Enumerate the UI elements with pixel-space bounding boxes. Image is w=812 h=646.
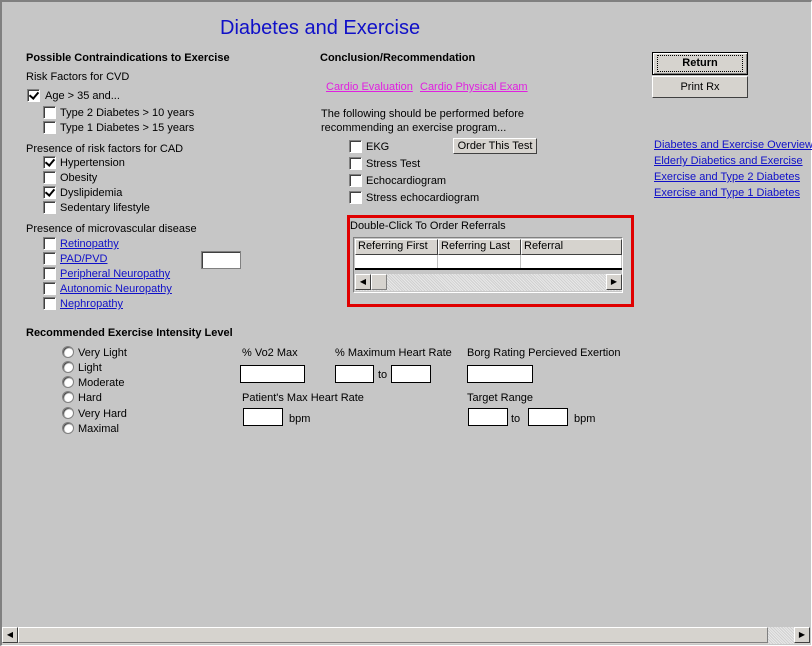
age-label: Age > 35 and... — [45, 90, 120, 102]
page-horizontal-scrollbar[interactable]: ◀ ▶ — [2, 627, 810, 644]
moderate-label: Moderate — [78, 377, 125, 389]
cell-empty[interactable] — [438, 255, 521, 268]
elderly-link[interactable]: Elderly Diabetics and Exercise — [654, 155, 803, 167]
scroll-thumb[interactable] — [371, 274, 387, 290]
stress-echo-label: Stress echocardiogram — [366, 192, 480, 204]
print-rx-button[interactable]: Print Rx — [652, 76, 748, 98]
table-row[interactable] — [355, 255, 622, 270]
target-from-input[interactable] — [468, 408, 508, 426]
target-bpm-label: bpm — [574, 413, 596, 425]
return-label: Return — [657, 55, 743, 72]
contraindications-heading: Possible Contraindications to Exercise — [26, 52, 230, 64]
instruction-line-2: recommending an exercise program... — [321, 122, 507, 134]
checkbox-stress-echo[interactable] — [349, 191, 362, 204]
checkbox-retinopathy[interactable] — [43, 237, 56, 250]
page-scroll-right-icon[interactable]: ▶ — [794, 627, 810, 643]
cardio-evaluation-link[interactable]: Cardio Evaluation — [326, 81, 413, 93]
pad-value-input[interactable] — [201, 251, 241, 269]
nephropathy-link[interactable]: Nephropathy — [60, 298, 123, 310]
pmhr-bpm-label: bpm — [289, 413, 311, 425]
dyslipidemia-label: Dyslipidemia — [60, 187, 123, 199]
checkbox-pad[interactable] — [43, 252, 56, 265]
maximal-label: Maximal — [78, 423, 119, 435]
checkbox-obesity[interactable] — [43, 171, 56, 184]
page-title: Diabetes and Exercise — [220, 17, 421, 39]
cardio-physical-exam-link[interactable]: Cardio Physical Exam — [420, 81, 528, 93]
grid-header: Referring First Referring Last Referral — [355, 239, 622, 255]
autonomic-neuropathy-link[interactable]: Autonomic Neuropathy — [60, 283, 172, 295]
page-scroll-thumb[interactable] — [18, 627, 768, 643]
column-referring-last[interactable]: Referring Last — [438, 239, 521, 255]
type1-link[interactable]: Exercise and Type 1 Diabetes — [654, 187, 800, 199]
stress-test-label: Stress Test — [366, 158, 421, 170]
checkbox-autonomic[interactable] — [43, 282, 56, 295]
radio-hard[interactable] — [62, 391, 74, 403]
radio-very-hard[interactable] — [62, 407, 74, 419]
cad-label: Presence of risk factors for CAD — [26, 143, 184, 155]
overview-link[interactable]: Diabetes and Exercise Overview — [654, 139, 812, 151]
obesity-label: Obesity — [60, 172, 98, 184]
target-to-label: to — [511, 413, 521, 425]
checkbox-stress-test[interactable] — [349, 157, 362, 170]
cvd-label: Risk Factors for CVD — [26, 71, 130, 83]
vo2-input[interactable] — [240, 365, 305, 383]
radio-very-light[interactable] — [62, 346, 74, 358]
referrals-grid[interactable]: Referring First Referring Last Referral … — [353, 237, 623, 293]
target-to-input[interactable] — [528, 408, 568, 426]
column-referring-first[interactable]: Referring First — [355, 239, 438, 255]
echocardiogram-label: Echocardiogram — [366, 175, 447, 187]
checkbox-ekg[interactable] — [349, 140, 362, 153]
peripheral-neuropathy-link[interactable]: Peripheral Neuropathy — [60, 268, 170, 280]
type1-label: Type 1 Diabetes > 15 years — [60, 122, 195, 134]
checkbox-nephropathy[interactable] — [43, 297, 56, 310]
conclusion-heading: Conclusion/Recommendation — [320, 52, 476, 64]
checkbox-peripheral[interactable] — [43, 267, 56, 280]
scroll-right-icon[interactable]: ▶ — [606, 274, 622, 290]
checkbox-hypertension[interactable] — [43, 156, 56, 169]
pad-pvd-link[interactable]: PAD/PVD — [60, 253, 107, 265]
hypertension-label: Hypertension — [60, 157, 125, 169]
page-scroll-track[interactable] — [768, 627, 794, 644]
mhr-from-input[interactable] — [335, 365, 374, 383]
retinopathy-link[interactable]: Retinopathy — [60, 238, 119, 250]
vo2-label: % Vo2 Max — [242, 347, 298, 359]
order-test-button[interactable]: Order This Test — [453, 138, 537, 154]
return-button[interactable]: Return — [652, 52, 748, 75]
light-label: Light — [78, 362, 102, 374]
cell-empty[interactable] — [521, 255, 622, 268]
scroll-left-icon[interactable]: ◀ — [355, 274, 371, 290]
borg-input[interactable] — [467, 365, 533, 383]
hard-label: Hard — [78, 392, 102, 404]
checkbox-type1[interactable] — [43, 121, 56, 134]
target-label: Target Range — [467, 392, 534, 404]
referrals-label: Double-Click To Order Referrals — [350, 220, 506, 232]
grid-horizontal-scrollbar[interactable]: ◀ ▶ — [355, 274, 622, 291]
mhr-to-label: to — [378, 369, 388, 381]
checkbox-echocardiogram[interactable] — [349, 174, 362, 187]
mhr-label: % Maximum Heart Rate — [335, 347, 452, 359]
type2-label: Type 2 Diabetes > 10 years — [60, 107, 195, 119]
checkbox-age[interactable] — [27, 89, 40, 102]
mhr-to-input[interactable] — [391, 365, 431, 383]
cell-empty[interactable] — [355, 255, 438, 268]
ekg-label: EKG — [366, 141, 390, 153]
pmhr-label: Patient's Max Heart Rate — [242, 392, 364, 404]
column-referral[interactable]: Referral — [521, 239, 622, 255]
micro-label: Presence of microvascular disease — [26, 223, 197, 235]
radio-moderate[interactable] — [62, 376, 74, 388]
radio-maximal[interactable] — [62, 422, 74, 434]
checkbox-type2[interactable] — [43, 106, 56, 119]
intensity-heading: Recommended Exercise Intensity Level — [26, 327, 233, 339]
very-light-label: Very Light — [78, 347, 127, 359]
page-scroll-left-icon[interactable]: ◀ — [2, 627, 18, 643]
instruction-line-1: The following should be performed before — [321, 108, 525, 120]
radio-light[interactable] — [62, 361, 74, 373]
sedentary-label: Sedentary lifestyle — [60, 202, 150, 214]
very-hard-label: Very Hard — [78, 408, 127, 420]
checkbox-dyslipidemia[interactable] — [43, 186, 56, 199]
pmhr-input[interactable] — [243, 408, 283, 426]
type2-link[interactable]: Exercise and Type 2 Diabetes — [654, 171, 800, 183]
checkbox-sedentary[interactable] — [43, 201, 56, 214]
borg-label: Borg Rating Percieved Exertion — [467, 347, 621, 359]
